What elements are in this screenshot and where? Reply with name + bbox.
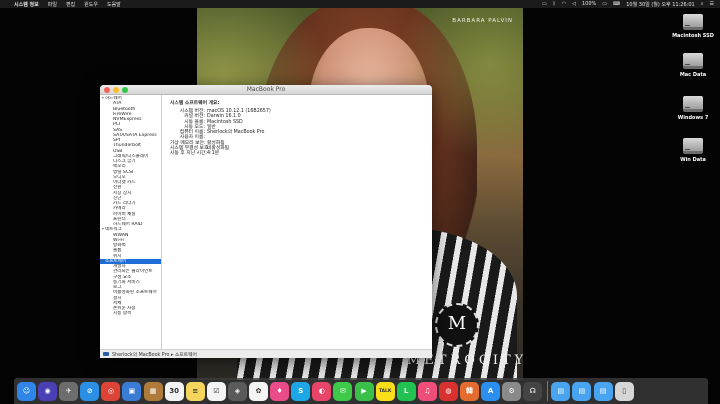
skype-icon[interactable]: S: [291, 381, 311, 401]
status-area: ▭ ᛒ ◠ ◁ 100% ▭ ⌨ 10월 30일 (월) 오후 11:26:01…: [536, 1, 720, 8]
hard-drive-icon: [683, 53, 703, 69]
battery-percent[interactable]: 100%: [582, 1, 596, 7]
dock: ☺ ◉ ✈ ⊘ ◎ ▣ ▦ 30 ≡ ☑ ◈ ✿ ♦ S ◐ ✉ ▶ TALK L ♫ ◍ 韓 A ⚙ ☊ ▤ ▤ ▤ ▯: [14, 378, 708, 404]
path-text[interactable]: Sherlock의 MacBook Pro ▸ 소프트웨어: [112, 351, 197, 358]
notefile-icon[interactable]: ▦: [143, 381, 163, 401]
reminders-icon[interactable]: ☑: [206, 381, 226, 401]
facetime-icon[interactable]: ▶: [354, 381, 374, 401]
chrome-icon[interactable]: ◎: [101, 381, 121, 401]
trash-icon[interactable]: ▯: [614, 381, 634, 401]
system-preferences-icon[interactable]: ⚙: [502, 381, 522, 401]
hard-drive-icon: [683, 138, 703, 154]
notification-icon[interactable]: ☰: [710, 1, 714, 7]
path-bar: Sherlock의 MacBook Pro ▸ 소프트웨어: [100, 349, 432, 358]
photos-icon[interactable]: ✿: [249, 381, 269, 401]
battery-icon[interactable]: ▭: [602, 1, 607, 7]
bluetooth-icon[interactable]: ᛒ: [553, 1, 556, 7]
menu-bar: 시스템 정보 파일 편집 윈도우 도움말 ▭ ᛒ ◠ ◁ 100% ▭ ⌨ 10…: [0, 0, 720, 8]
spotlight-icon[interactable]: ⌕: [701, 1, 704, 7]
line-icon[interactable]: L: [396, 381, 416, 401]
detail-row: 시동 후 지난 시간: 4:1분: [168, 151, 426, 156]
finder-icon[interactable]: ☺: [17, 381, 36, 401]
wallpaper-emblem: M: [435, 303, 479, 347]
desktop: BARBARA PALVIN M METROCITY 시스템 정보 파일 편집 …: [0, 0, 720, 404]
menu-file[interactable]: 파일: [48, 1, 57, 8]
notes-icon[interactable]: ≡: [185, 381, 205, 401]
volume-icon[interactable]: ◁: [572, 1, 576, 7]
itunes-icon[interactable]: ♫: [417, 381, 437, 401]
itunes-store-icon[interactable]: ♦: [270, 381, 290, 401]
netease-music-icon[interactable]: ◍: [438, 381, 458, 401]
wifi-icon[interactable]: ◠: [562, 1, 566, 7]
dock-separator: [547, 381, 549, 401]
preview-icon[interactable]: ▣: [122, 381, 142, 401]
category-sidebar: 하드웨어ATABluetoothFireWireNVMExpressPCISAS…: [100, 95, 162, 349]
desktop-disk-macintosh-ssd[interactable]: Macintosh SSD: [666, 14, 720, 39]
menu-edit[interactable]: 편집: [66, 1, 75, 8]
documents-folder-icon[interactable]: ▤: [572, 381, 592, 401]
window-titlebar[interactable]: MacBook Pro: [100, 85, 432, 95]
kakaotalk-icon[interactable]: TALK: [375, 381, 395, 401]
launchpad-icon[interactable]: ✈: [59, 381, 79, 401]
hard-drive-icon: [683, 14, 703, 30]
datetime[interactable]: 10월 30일 (월) 오후 11:26:01: [626, 1, 694, 8]
details-heading: 시스템 소프트웨어 개요:: [170, 101, 220, 106]
input-source-icon[interactable]: ⌨: [613, 1, 620, 7]
siri-icon[interactable]: ◉: [38, 381, 58, 401]
detail-key: 시동 후 지난 시간:: [170, 151, 208, 157]
detail-value: Sherlock의 MacBook Pro: [207, 130, 265, 136]
desktop-disk-windows-7[interactable]: Windows 7: [666, 96, 720, 121]
desktop-disk-win-data[interactable]: Win Data: [666, 138, 720, 163]
detail-value: 4:1분: [207, 151, 220, 157]
app-store-kr-icon[interactable]: 韓: [459, 381, 479, 401]
details-pane: 시스템 소프트웨어 개요: 시스템 버전: macOS 10.12.1 (16B2…: [162, 95, 432, 349]
menu-app-name[interactable]: 시스템 정보: [14, 1, 39, 8]
calendar-icon[interactable]: 30: [164, 381, 184, 401]
hard-drive-icon: [683, 96, 703, 112]
downloads-folder-icon[interactable]: ▤: [551, 381, 571, 401]
sidebar-item[interactable]: 시동 항목: [100, 311, 161, 316]
desktop-disk-mac-data[interactable]: Mac Data: [666, 53, 720, 78]
photo-booth-icon[interactable]: ◈: [227, 381, 247, 401]
window-title: MacBook Pro: [246, 86, 286, 93]
system-information-window: MacBook Pro 하드웨어ATABluetoothFireWireNVME…: [100, 85, 432, 358]
app-store-icon[interactable]: A: [481, 381, 501, 401]
safari-icon[interactable]: ⊘: [80, 381, 100, 401]
messages-icon[interactable]: ✉: [333, 381, 353, 401]
menu-window[interactable]: 윈도우: [84, 1, 98, 8]
applications-folder-icon[interactable]: ▤: [593, 381, 613, 401]
wallpaper-caption: BARBARA PALVIN: [452, 18, 513, 24]
computer-icon: [103, 352, 109, 356]
airplay-icon[interactable]: ▭: [542, 1, 547, 7]
console-icon[interactable]: ☊: [523, 381, 543, 401]
menu-help[interactable]: 도움말: [107, 1, 121, 8]
kakao-tv-icon[interactable]: ◐: [312, 381, 332, 401]
